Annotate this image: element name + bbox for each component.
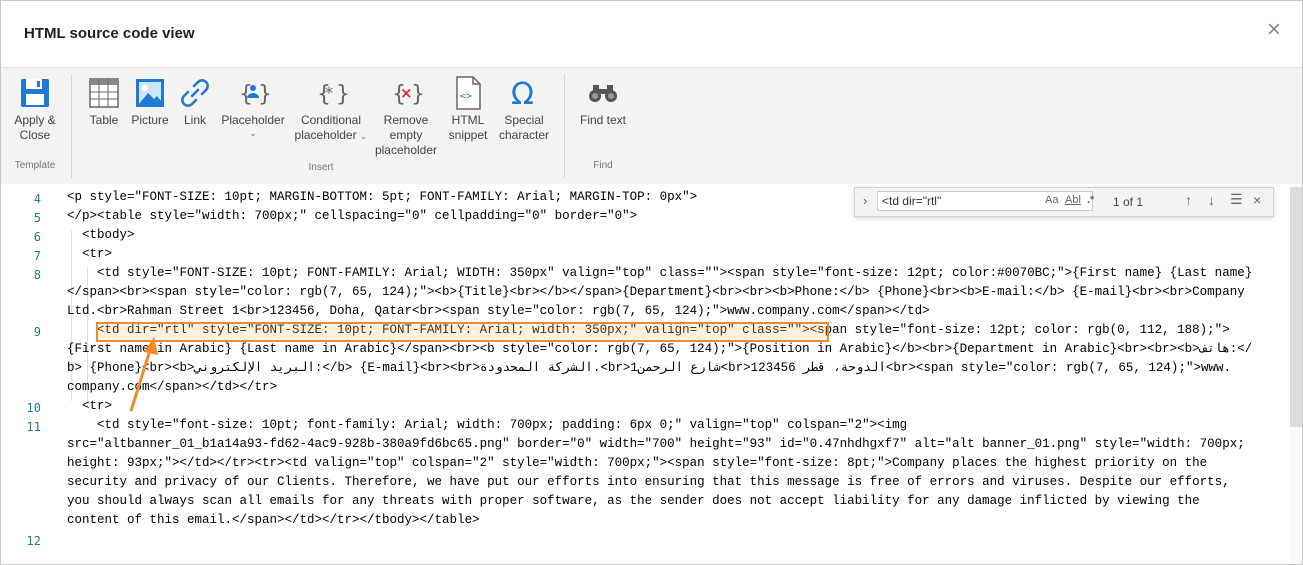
whole-word-toggle[interactable]: Abl <box>1065 194 1081 206</box>
match-count: 1 of 1 <box>1113 195 1144 209</box>
annotation-arrow-icon <box>129 337 158 412</box>
arrow-down-icon[interactable]: ↓ <box>1208 192 1215 208</box>
scrollbar-thumb[interactable] <box>1290 187 1302 427</box>
find-widget: › Aa Abl .* 1 of 1 ↑ ↓ ☰ × <box>854 187 1274 217</box>
find-in-selection-icon[interactable]: ☰ <box>1230 191 1243 208</box>
find-input[interactable] <box>877 191 1093 211</box>
close-find-icon[interactable]: × <box>1253 192 1261 208</box>
match-case-toggle[interactable]: Aa <box>1045 194 1058 206</box>
html-source-dialog: HTML source code view × Apply & Close Te… <box>0 0 1303 565</box>
chevron-right-icon[interactable]: › <box>863 193 867 208</box>
arrow-up-icon[interactable]: ↑ <box>1185 192 1192 208</box>
regex-toggle[interactable]: .* <box>1087 194 1094 206</box>
